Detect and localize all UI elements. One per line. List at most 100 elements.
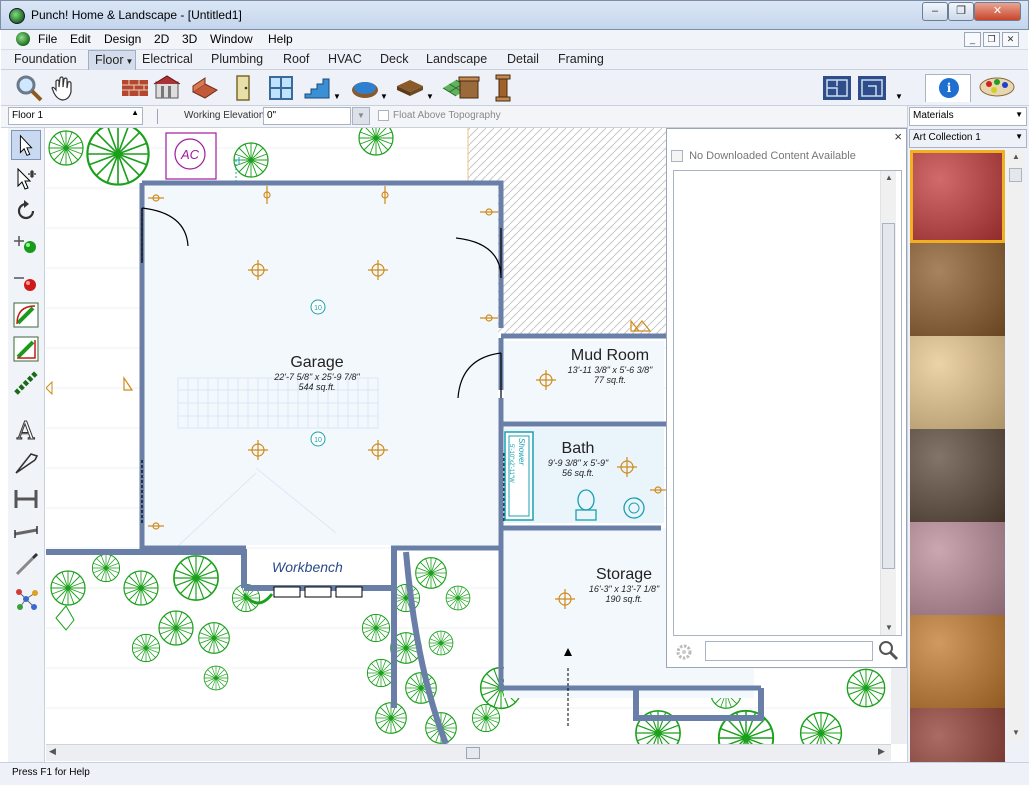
tree-scroll-down-icon[interactable]: ▼: [885, 623, 893, 632]
line-tool-icon[interactable]: [11, 334, 41, 364]
tab-electrical[interactable]: Electrical: [136, 50, 199, 70]
mdi-minimize-button[interactable]: _: [964, 32, 981, 47]
material-swatch[interactable]: [910, 150, 1005, 243]
room-mudroom[interactable]: Mud Room 13'-11 3/8" x 5'-6 3/8" 77 sq.f…: [550, 347, 670, 385]
stairs-icon[interactable]: [301, 72, 333, 104]
menu-help[interactable]: Help: [268, 32, 293, 46]
room-garage[interactable]: Garage 22'-7 5/8" x 25'-9 7/8" 544 sq.ft…: [252, 354, 382, 392]
close-button[interactable]: ✕: [974, 2, 1021, 21]
menu-window[interactable]: Window: [210, 32, 253, 46]
catalog-panel: × No Downloaded Content Available ▲ ▼: [666, 128, 907, 668]
room-icon[interactable]: [151, 72, 183, 104]
remove-point-icon[interactable]: [11, 268, 41, 298]
menu-edit[interactable]: Edit: [70, 32, 91, 46]
room-bath-dims: 9'-9 3/8" x 5'-9": [547, 458, 609, 468]
brick-wall-icon[interactable]: [119, 72, 151, 104]
menu-2d[interactable]: 2D: [154, 32, 169, 46]
cabinet-icon[interactable]: [453, 72, 485, 104]
multi-select-icon[interactable]: [11, 164, 41, 194]
float-checkbox[interactable]: [378, 110, 389, 121]
elevation-dropdown-button[interactable]: ▼: [352, 107, 370, 125]
title-bar: Punch! Home & Landscape - [Untitled1] – …: [0, 0, 1029, 30]
menu-3d[interactable]: 3D: [182, 32, 197, 46]
add-point-icon[interactable]: [11, 228, 41, 258]
deck-dropdown-icon[interactable]: ▼: [426, 92, 434, 101]
settings-gear-icon[interactable]: [673, 642, 695, 662]
horizontal-scroll-thumb[interactable]: [466, 747, 480, 759]
chain-tool-icon[interactable]: [11, 368, 41, 398]
mdi-restore-button[interactable]: ❐: [983, 32, 1000, 47]
arc-tool-icon[interactable]: [11, 300, 41, 330]
search-icon[interactable]: [876, 638, 900, 662]
pool-icon[interactable]: [349, 72, 381, 104]
paint-palette-icon[interactable]: [977, 76, 1017, 98]
tab-plumbing[interactable]: Plumbing: [205, 50, 269, 70]
materials-scroll-thumb[interactable]: [1009, 168, 1022, 182]
materials-scroll-up-icon[interactable]: ▲: [1012, 152, 1020, 161]
working-elevation-value: 0": [267, 110, 277, 121]
material-swatch[interactable]: [910, 522, 1005, 615]
pan-hand-icon[interactable]: [47, 72, 79, 104]
scroll-left-icon[interactable]: ◀: [49, 746, 56, 757]
view-dropdown-icon[interactable]: ▼: [895, 92, 903, 101]
stairs-dropdown-icon[interactable]: ▼: [333, 92, 341, 101]
select-arrow-icon[interactable]: [11, 130, 41, 160]
horizontal-scrollbar[interactable]: ◀ ▶: [46, 744, 891, 761]
tab-roof[interactable]: Roof: [277, 50, 315, 70]
tab-foundation[interactable]: Foundation: [8, 50, 83, 70]
collection-dropdown[interactable]: Art Collection 1 ▼: [909, 129, 1027, 148]
pool-dropdown-icon[interactable]: ▼: [380, 92, 388, 101]
catalog-search-input[interactable]: [705, 641, 873, 661]
elevation-view-icon[interactable]: [856, 72, 888, 104]
material-swatch[interactable]: [910, 429, 1005, 522]
no-content-checkbox[interactable]: [671, 150, 683, 163]
minimize-button[interactable]: –: [922, 2, 948, 21]
measure-tool-icon[interactable]: [11, 518, 41, 548]
room-bath[interactable]: Bath 9'-9 3/8" x 5'-9" 56 sq.ft.: [528, 440, 628, 478]
app-icon[interactable]: [9, 8, 25, 24]
document-icon[interactable]: [16, 32, 30, 46]
plan-view-icon[interactable]: [821, 72, 853, 104]
wall-segment-icon[interactable]: [189, 72, 221, 104]
text-tool-icon[interactable]: A: [11, 414, 41, 445]
tree-scroll-up-icon[interactable]: ▲: [885, 173, 893, 182]
floor-select[interactable]: Floor 1 ▲: [8, 107, 143, 125]
column-icon[interactable]: [487, 72, 519, 104]
materials-dropdown[interactable]: Materials ▼: [909, 107, 1027, 126]
catalog-tree[interactable]: [673, 170, 902, 636]
wand-tool-icon[interactable]: [11, 550, 41, 580]
tree-scrollbar[interactable]: ▲ ▼: [880, 171, 896, 635]
materials-scroll-down-icon[interactable]: ▼: [1012, 728, 1020, 737]
deck-icon[interactable]: [394, 72, 426, 104]
material-swatch[interactable]: [910, 615, 1005, 708]
working-elevation-field[interactable]: 0": [263, 107, 351, 125]
room-storage[interactable]: Storage 16'-3" x 13'-7 1/8" 190 sq.ft.: [574, 566, 674, 604]
info-icon: i: [939, 78, 959, 98]
tab-floor[interactable]: Floor ▼: [88, 50, 136, 70]
dimension-tool-icon[interactable]: [11, 484, 41, 514]
window-icon[interactable]: [265, 72, 297, 104]
materials-scrollbar[interactable]: ▲ ▼: [1008, 150, 1024, 742]
tree-scroll-thumb[interactable]: [882, 223, 895, 569]
catalog-close-button[interactable]: ×: [894, 129, 902, 144]
room-mudroom-area: 77 sq.ft.: [593, 375, 627, 385]
mdi-close-button[interactable]: ✕: [1002, 32, 1019, 47]
rotate-icon[interactable]: [11, 196, 41, 226]
callout-tool-icon[interactable]: [11, 448, 41, 478]
door-icon[interactable]: [227, 72, 259, 104]
menu-file[interactable]: File: [38, 32, 57, 46]
info-tab[interactable]: i: [925, 74, 971, 102]
tab-deck[interactable]: Deck: [374, 50, 414, 70]
scroll-right-icon[interactable]: ▶: [878, 746, 885, 757]
tab-landscape[interactable]: Landscape: [420, 50, 493, 70]
material-swatch[interactable]: [910, 336, 1005, 429]
molecule-tool-icon[interactable]: [11, 584, 41, 614]
menu-design[interactable]: Design: [104, 32, 141, 46]
material-swatch[interactable]: [910, 243, 1005, 336]
tab-detail[interactable]: Detail: [501, 50, 545, 70]
material-swatch[interactable]: [910, 708, 1005, 762]
tab-hvac[interactable]: HVAC: [322, 50, 368, 70]
tab-framing[interactable]: Framing: [552, 50, 610, 70]
zoom-icon[interactable]: [13, 72, 45, 104]
maximize-button[interactable]: ❐: [948, 2, 974, 21]
